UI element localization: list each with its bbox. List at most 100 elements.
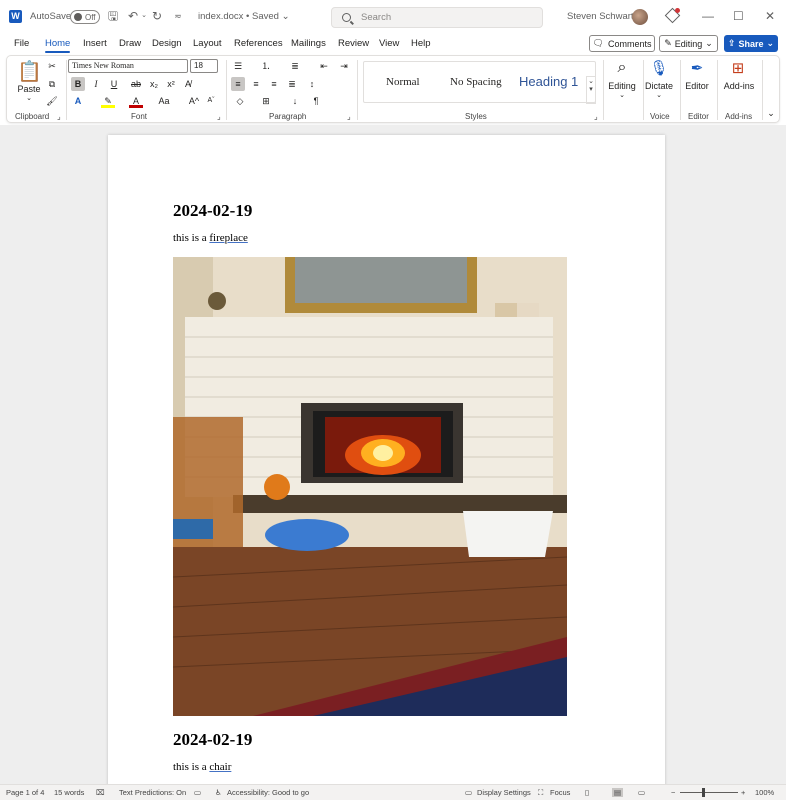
document-canvas[interactable]: 2024-02-19 this is a fireplace 2024-02-1… bbox=[0, 125, 786, 784]
web-layout-icon[interactable]: ▭ bbox=[638, 788, 645, 797]
entry-caption[interactable]: this is a chair bbox=[173, 761, 231, 773]
addins-button[interactable]: Add-ins bbox=[721, 81, 757, 91]
editing-chevron-icon[interactable]: ⌄ bbox=[605, 91, 639, 99]
underline-button[interactable]: U bbox=[107, 77, 121, 91]
entry-caption[interactable]: this is a fireplace bbox=[173, 232, 248, 244]
clipboard-launcher-icon[interactable]: ⌟ bbox=[57, 112, 61, 121]
page-count[interactable]: Page 1 of 4 bbox=[6, 788, 44, 797]
accessibility-status[interactable]: Accessibility: Good to go bbox=[227, 788, 309, 797]
font-launcher-icon[interactable]: ⌟ bbox=[217, 112, 221, 121]
proofing-icon[interactable]: ⌧ bbox=[96, 788, 105, 797]
tab-home[interactable]: Home bbox=[45, 38, 71, 53]
ribbon-collapse-icon[interactable]: ⌄ bbox=[765, 108, 777, 119]
editing-mode-button[interactable]: ✎ Editing ⌄ bbox=[659, 35, 718, 52]
tab-view[interactable]: View bbox=[379, 38, 399, 49]
clipboard-icon[interactable]: 📋 bbox=[17, 59, 42, 83]
zoom-slider[interactable] bbox=[680, 792, 738, 793]
styles-launcher-icon[interactable]: ⌟ bbox=[594, 112, 598, 121]
bullets-icon[interactable]: ☰ bbox=[231, 59, 245, 73]
numbering-icon[interactable]: ⒈ bbox=[259, 59, 273, 73]
customize-toolbar-icon[interactable]: ≂ bbox=[171, 9, 185, 23]
maximize-icon[interactable]: ☐ bbox=[733, 9, 744, 23]
superscript-button[interactable]: x² bbox=[164, 77, 178, 91]
entry-heading[interactable]: 2024-02-19 bbox=[173, 201, 252, 221]
minimize-icon[interactable]: — bbox=[702, 9, 714, 23]
read-mode-icon[interactable]: ▯ bbox=[585, 788, 589, 797]
font-size-input[interactable]: 18 bbox=[190, 59, 218, 73]
clear-formatting-icon[interactable]: A̸ bbox=[181, 77, 195, 91]
entry-heading[interactable]: 2024-02-19 bbox=[173, 730, 252, 750]
redo-icon[interactable]: ↻ bbox=[150, 9, 164, 23]
shading-icon[interactable]: ◇ bbox=[233, 94, 247, 108]
text-effects-icon[interactable]: A bbox=[71, 94, 85, 108]
subscript-button[interactable]: x₂ bbox=[147, 77, 161, 91]
user-name[interactable]: Steven Schwartz bbox=[567, 11, 638, 22]
autosave-toggle[interactable]: Off bbox=[70, 10, 100, 24]
find-icon[interactable]: ⌕ bbox=[610, 59, 634, 77]
shrink-font-icon[interactable]: Aˇ bbox=[204, 94, 218, 108]
avatar[interactable] bbox=[632, 9, 648, 25]
decrease-indent-icon[interactable]: ⇤ bbox=[317, 59, 331, 73]
editor-icon[interactable]: ✒ bbox=[687, 59, 707, 77]
caption-link[interactable]: chair bbox=[209, 761, 231, 773]
change-case-icon[interactable]: Aa bbox=[157, 94, 171, 108]
cut-icon[interactable]: ✂ bbox=[45, 59, 59, 73]
show-formatting-icon[interactable]: ¶ bbox=[309, 94, 323, 108]
tab-layout[interactable]: Layout bbox=[193, 38, 222, 49]
caption-link[interactable]: fireplace bbox=[209, 232, 247, 244]
dictate-button[interactable]: Dictate bbox=[643, 81, 675, 91]
print-layout-icon[interactable]: ▤ bbox=[612, 788, 624, 797]
tab-file[interactable]: File bbox=[14, 38, 29, 49]
focus-mode[interactable]: Focus bbox=[550, 788, 570, 797]
tab-draw[interactable]: Draw bbox=[119, 38, 141, 49]
tab-design[interactable]: Design bbox=[152, 38, 182, 49]
bold-button[interactable]: B bbox=[71, 77, 85, 91]
styles-scroll-icon[interactable]: ⌄ ▾ bbox=[586, 76, 596, 104]
style-normal[interactable]: Normal bbox=[386, 76, 420, 88]
close-icon[interactable]: ✕ bbox=[765, 9, 775, 23]
macro-icon[interactable]: ▭ bbox=[194, 788, 201, 797]
multilevel-list-icon[interactable]: ≣ bbox=[288, 59, 302, 73]
tab-review[interactable]: Review bbox=[338, 38, 369, 49]
line-spacing-icon[interactable]: ↕ bbox=[305, 77, 319, 91]
font-color-icon[interactable]: A bbox=[129, 94, 143, 108]
zoom-level[interactable]: 100% bbox=[755, 788, 774, 797]
zoom-out-icon[interactable]: − bbox=[671, 788, 675, 797]
tab-insert[interactable]: Insert bbox=[83, 38, 107, 49]
editor-button[interactable]: Editor bbox=[683, 81, 711, 91]
align-center-icon[interactable]: ≡ bbox=[249, 77, 263, 91]
style-heading-1[interactable]: Heading 1 bbox=[519, 74, 578, 89]
undo-dropdown-icon[interactable]: ⌄ bbox=[137, 9, 151, 23]
search-box[interactable]: Search bbox=[331, 7, 543, 28]
paste-chevron-icon[interactable]: ⌄ bbox=[17, 94, 41, 102]
tab-help[interactable]: Help bbox=[411, 38, 431, 49]
highlight-icon[interactable]: ✎ bbox=[101, 94, 115, 108]
justify-icon[interactable]: ≣ bbox=[285, 77, 299, 91]
zoom-in-icon[interactable]: + bbox=[741, 788, 745, 797]
strikethrough-button[interactable]: ab bbox=[129, 77, 143, 91]
grow-font-icon[interactable]: A^ bbox=[187, 94, 201, 108]
document-page[interactable]: 2024-02-19 this is a fireplace 2024-02-1… bbox=[108, 135, 665, 784]
copy-icon[interactable]: ⧉ bbox=[45, 77, 59, 91]
sort-icon[interactable]: ↓ bbox=[288, 94, 302, 108]
text-predictions[interactable]: Text Predictions: On bbox=[119, 788, 186, 797]
addins-icon[interactable]: ⊞ bbox=[728, 59, 748, 77]
align-right-icon[interactable]: ≡ bbox=[267, 77, 281, 91]
editing-button[interactable]: Editing bbox=[605, 81, 639, 91]
fireplace-photo[interactable] bbox=[173, 257, 567, 716]
paste-button[interactable]: Paste bbox=[17, 84, 41, 94]
borders-icon[interactable]: ⊞ bbox=[259, 94, 273, 108]
increase-indent-icon[interactable]: ⇥ bbox=[337, 59, 351, 73]
style-no-spacing[interactable]: No Spacing bbox=[450, 76, 502, 88]
microphone-icon[interactable]: 🎙 bbox=[649, 59, 669, 77]
font-name-input[interactable]: Times New Roman bbox=[68, 59, 188, 73]
dictate-chevron-icon[interactable]: ⌄ bbox=[643, 91, 675, 99]
tab-mailings[interactable]: Mailings bbox=[291, 38, 326, 49]
word-count[interactable]: 15 words bbox=[54, 788, 84, 797]
save-icon[interactable]: 🖫 bbox=[106, 9, 120, 23]
display-settings[interactable]: Display Settings bbox=[477, 788, 531, 797]
format-painter-icon[interactable]: 🖌 bbox=[45, 94, 59, 108]
share-button[interactable]: ⇪ Share ⌄ bbox=[724, 35, 778, 52]
document-name[interactable]: index.docx • Saved ⌄ bbox=[198, 11, 290, 22]
comments-button[interactable]: 🗨 Comments bbox=[589, 35, 655, 52]
